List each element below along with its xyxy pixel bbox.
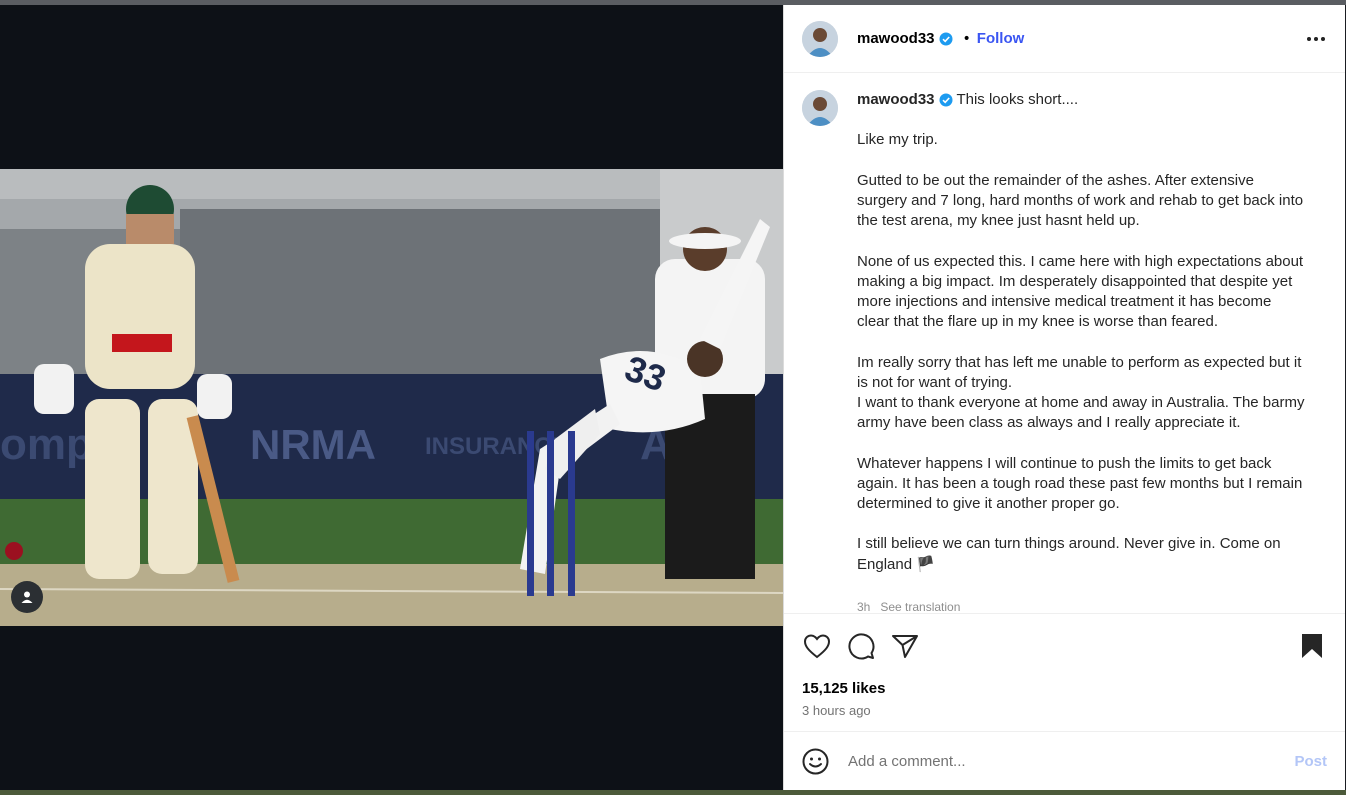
- follow-button[interactable]: Follow: [977, 30, 1025, 47]
- backdrop-bottom-strip: [0, 790, 1346, 795]
- caption-row: mawood33 This looks short.... Like my tr…: [802, 90, 1327, 613]
- post-photo: ompa NRMA INSURANCE Amp: [0, 169, 783, 626]
- share-button[interactable]: [890, 631, 920, 661]
- bookmark-icon: [1302, 634, 1322, 658]
- comment-button[interactable]: [846, 631, 876, 661]
- action-icons-row: [802, 626, 1327, 666]
- comment-bar: Post: [784, 731, 1345, 790]
- like-button[interactable]: [802, 631, 832, 661]
- author-avatar[interactable]: [802, 20, 838, 57]
- post-timestamp[interactable]: 3 hours ago: [802, 703, 1327, 718]
- likes-count[interactable]: 15,125 likes: [802, 680, 1327, 697]
- post-media[interactable]: ompa NRMA INSURANCE Amp: [0, 5, 783, 790]
- user-icon: [21, 591, 33, 603]
- tagged-users-button[interactable]: [11, 581, 43, 613]
- separator-dot: •: [962, 30, 971, 47]
- post-details-panel: mawood33 • Follow mawood33 This looks sh…: [783, 5, 1345, 790]
- caption-username[interactable]: mawood33: [857, 91, 935, 108]
- caption-scroll-area[interactable]: mawood33 This looks short.... Like my tr…: [784, 74, 1345, 613]
- more-options-icon[interactable]: [1305, 31, 1327, 47]
- paper-plane-icon: [892, 635, 918, 658]
- verified-badge-icon: [939, 32, 953, 46]
- author-username[interactable]: mawood33: [857, 30, 935, 47]
- post-header: mawood33 • Follow: [784, 5, 1345, 73]
- comment-bubble-icon: [848, 633, 875, 660]
- emoji-icon[interactable]: [802, 748, 829, 775]
- svg-text:NRMA: NRMA: [250, 421, 376, 468]
- caption-first-line: This looks short....: [956, 91, 1079, 108]
- save-button[interactable]: [1297, 631, 1327, 661]
- post-actions: 15,125 likes 3 hours ago: [784, 613, 1345, 718]
- caption-verified-badge-icon: [939, 93, 953, 107]
- post-comment-button[interactable]: Post: [1294, 753, 1327, 770]
- caption-text: mawood33 This looks short.... Like my tr…: [857, 90, 1307, 613]
- heart-icon: [803, 634, 831, 659]
- comment-input[interactable]: [848, 752, 1295, 770]
- caption-body: Like my trip. Gutted to be out the remai…: [857, 131, 1305, 573]
- caption-meta: 3h See translation: [857, 600, 961, 613]
- caption-author-avatar[interactable]: [802, 90, 838, 126]
